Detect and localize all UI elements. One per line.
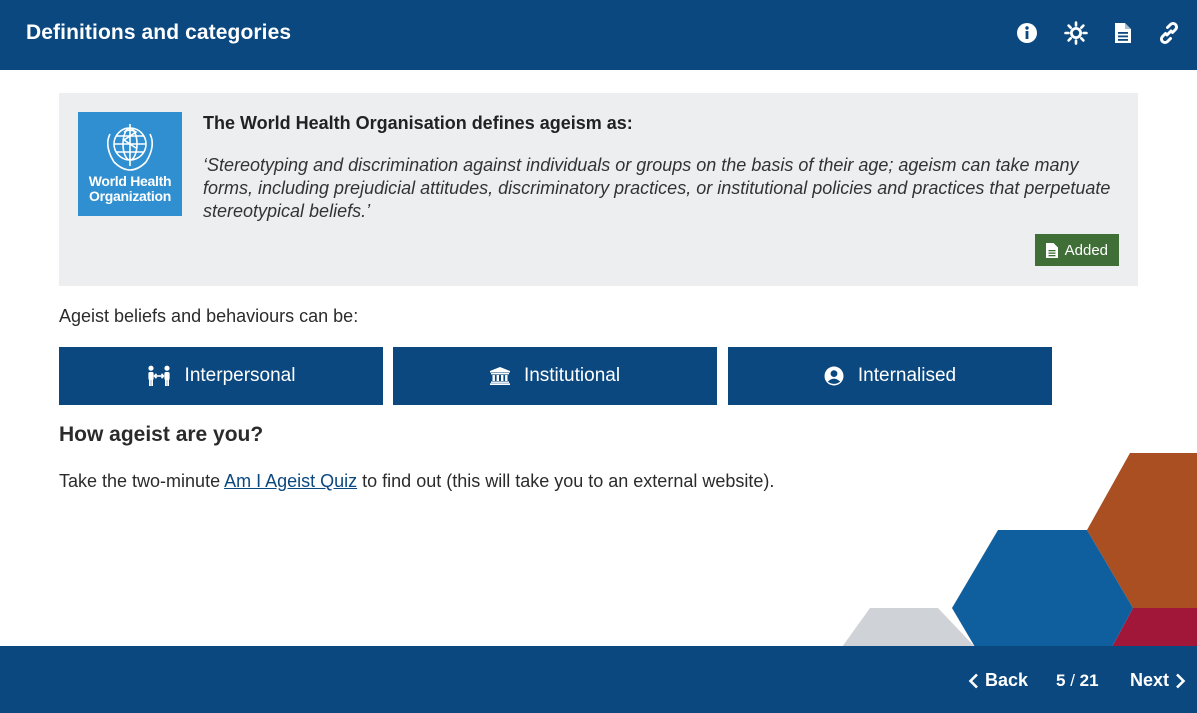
interpersonal-label: Interpersonal xyxy=(184,365,296,386)
added-label: Added xyxy=(1064,241,1108,259)
bottom-bar: Back 5 / 21 Next xyxy=(0,646,1197,713)
quiz-text-after: to find out (this will take you to an ex… xyxy=(357,471,775,491)
next-label: Next xyxy=(1130,670,1170,690)
page-separator: / xyxy=(1065,671,1080,690)
chevron-right-icon xyxy=(1176,673,1186,688)
back-button[interactable]: Back xyxy=(968,670,1028,691)
theme-button[interactable] xyxy=(1063,20,1089,46)
interpersonal-button[interactable]: Interpersonal xyxy=(59,347,383,405)
who-logo: World Health Organization xyxy=(78,112,182,216)
quiz-heading: How ageist are you? xyxy=(59,423,264,446)
resources-button[interactable] xyxy=(1110,20,1136,46)
people-icon xyxy=(147,365,170,386)
info-button[interactable] xyxy=(1014,20,1040,46)
page-total: 21 xyxy=(1079,671,1099,690)
quiz-text-before: Take the two-minute xyxy=(59,471,225,491)
decorative-hexagons xyxy=(842,453,1197,647)
chevron-left-icon xyxy=(968,673,978,688)
back-label: Back xyxy=(985,670,1029,690)
top-bar: Definitions and categories xyxy=(0,0,1197,70)
page-title: Definitions and categories xyxy=(26,21,292,44)
definition-quote: ‘Stereotyping and discrimination against… xyxy=(203,155,1111,221)
info-icon xyxy=(1017,23,1037,43)
sun-icon xyxy=(1064,21,1088,45)
user-circle-icon xyxy=(824,366,844,386)
document-icon xyxy=(1115,23,1131,43)
institution-icon xyxy=(489,367,510,385)
link-icon xyxy=(1159,21,1179,45)
internalised-button[interactable]: Internalised xyxy=(728,347,1052,405)
links-button[interactable] xyxy=(1156,20,1182,46)
quiz-text: Take the two-minute Am I Ageist Quiz to … xyxy=(59,471,774,492)
ageist-quiz-link[interactable]: Am I Ageist Quiz xyxy=(224,471,357,491)
definition-heading: The World Health Organisation defines ag… xyxy=(203,113,633,133)
internalised-label: Internalised xyxy=(857,365,957,386)
categories-intro: Ageist beliefs and behaviours can be: xyxy=(59,306,359,326)
who-logo-text: World Health Organization xyxy=(88,173,172,204)
institutional-label: Institutional xyxy=(523,365,621,386)
document-icon xyxy=(1045,242,1058,258)
added-to-resources-button[interactable]: Added xyxy=(1034,234,1119,266)
who-definition-panel: World Health Organization The World Heal… xyxy=(59,93,1138,286)
hex-grey xyxy=(842,608,975,647)
who-emblem-icon xyxy=(106,124,154,171)
institutional-button[interactable]: Institutional xyxy=(393,347,717,405)
next-button[interactable]: Next xyxy=(1130,670,1186,691)
page-counter: 5 / 21 xyxy=(1056,671,1099,691)
